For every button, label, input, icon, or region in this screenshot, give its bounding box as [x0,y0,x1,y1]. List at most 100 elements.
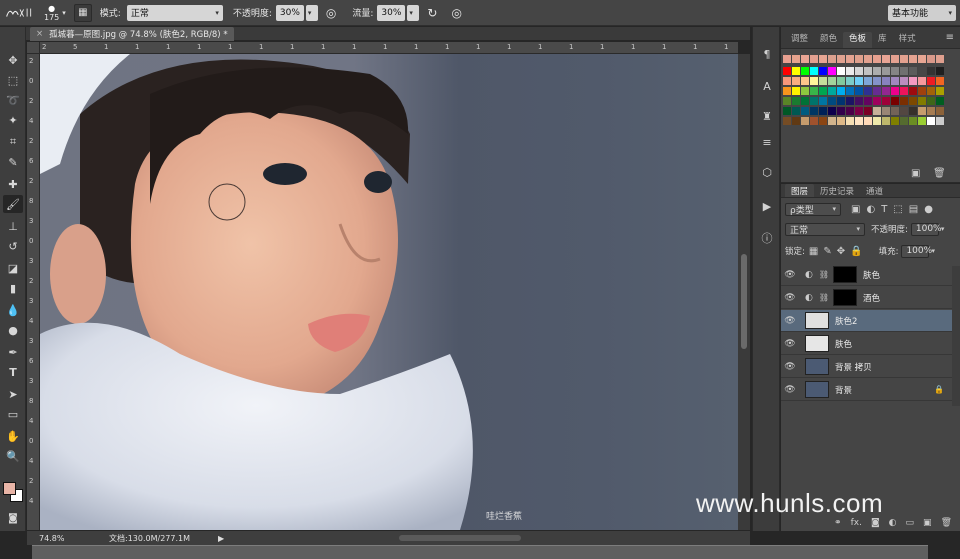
group-folder-icon[interactable]: ▭ [906,518,915,528]
swatch[interactable] [909,87,917,95]
swatch[interactable] [873,107,881,115]
swatch[interactable] [918,77,926,85]
swatch[interactable] [873,77,881,85]
swatch[interactable] [900,55,908,63]
swatch[interactable] [927,77,935,85]
3d-icon[interactable]: ⬡ [757,163,777,181]
swatch[interactable] [891,55,899,63]
layer-row[interactable]: 👁 ◐ ⛓ 肤色 [781,264,952,286]
swatch[interactable] [846,77,854,85]
swatch[interactable] [837,77,845,85]
swatch[interactable] [873,117,881,125]
layer-row[interactable]: 👁 肤色 [781,333,952,355]
brush-panel-toggle-icon[interactable]: ▦ [73,3,92,22]
flow-input[interactable]: 30% [377,4,406,21]
swatch[interactable] [792,87,800,95]
swatch[interactable] [792,55,800,63]
blend-mode-select[interactable]: 正常 ▾ [785,222,865,236]
swatch[interactable] [855,107,863,115]
swatch[interactable] [864,107,872,115]
layer-mask-icon[interactable]: ◙ [871,518,880,528]
zoom-tool-icon[interactable]: 🔍 [3,447,23,465]
pen-tool-icon[interactable]: ✒ [3,343,23,361]
swatch[interactable] [873,97,881,105]
layer-thumbnail[interactable] [833,266,858,283]
swatch[interactable] [891,77,899,85]
tab-swatches[interactable]: 色板 [843,32,873,48]
swatch[interactable] [783,107,791,115]
filter-pixel-icon[interactable]: ▣ [851,204,860,215]
filter-smart-icon[interactable]: ▤ [909,204,918,215]
tab-channels[interactable]: 通道 [860,184,889,197]
new-swatch-icon[interactable]: ▣ [911,168,920,179]
ruler-left[interactable]: 2 0 2 4 2 6 2 8 3 0 3 2 3 4 3 6 3 8 4 0 4 2 4 [27,54,40,530]
swatch[interactable] [918,67,926,75]
swatch[interactable] [918,107,926,115]
swatch[interactable] [891,87,899,95]
swatch[interactable] [927,97,935,105]
lock-paint-icon[interactable]: ✎ [823,246,831,257]
swatch[interactable] [783,117,791,125]
swatch[interactable] [864,117,872,125]
swatch[interactable] [819,77,827,85]
swatch[interactable] [900,87,908,95]
layer-thumbnail[interactable] [833,289,858,306]
swatch[interactable] [882,55,890,63]
swatch[interactable] [810,117,818,125]
quick-mask-icon[interactable]: ◙ [3,509,23,527]
pressure-size-icon[interactable]: ◎ [451,6,461,20]
swatch[interactable] [828,87,836,95]
swatch[interactable] [792,107,800,115]
tab-adjustments[interactable]: 调整 [785,32,814,48]
swatch[interactable] [837,117,845,125]
swatch[interactable] [909,67,917,75]
tab-styles[interactable]: 样式 [893,32,922,48]
paragraph-icon[interactable]: ¶ [757,45,777,63]
swatch[interactable] [882,107,890,115]
swatch[interactable] [909,97,917,105]
swatch[interactable] [900,67,908,75]
mode-select[interactable]: 正常 ▾ [126,4,223,21]
layers-scrollbar[interactable] [952,266,960,406]
swatch[interactable] [891,67,899,75]
swatch[interactable] [846,117,854,125]
swatch[interactable] [936,107,944,115]
horizontal-scroll-thumb[interactable] [399,535,521,541]
swatch[interactable] [918,55,926,63]
swatch[interactable] [909,77,917,85]
swatch[interactable] [828,107,836,115]
swatch[interactable] [846,97,854,105]
swatch[interactable] [855,117,863,125]
clone-stamp-tool-icon[interactable]: ⊥ [3,217,23,235]
swatch[interactable] [792,117,800,125]
swatch[interactable] [846,67,854,75]
quick-select-tool-icon[interactable]: ✦ [3,111,23,129]
layer-thumbnail[interactable] [805,358,829,375]
swatch[interactable] [873,67,881,75]
opacity-slider-toggle[interactable]: ▾ [305,4,318,21]
swatch[interactable] [864,77,872,85]
swatch[interactable] [855,67,863,75]
swatch[interactable] [882,97,890,105]
pressure-opacity-icon[interactable]: ◎ [326,6,336,20]
swatch[interactable] [882,87,890,95]
document-canvas[interactable]: 哇烂香蕉 [40,54,738,530]
swatch[interactable] [783,87,791,95]
marquee-tool-icon[interactable]: ⬚ [3,71,23,89]
filter-type-icon[interactable]: T [881,204,887,215]
swatch[interactable] [882,77,890,85]
swatch[interactable] [864,87,872,95]
flow-slider-toggle[interactable]: ▾ [407,4,420,21]
trash-icon[interactable]: 🗑 [941,518,952,528]
hand-tool-icon[interactable]: ✋ [3,427,23,445]
swatch[interactable] [819,87,827,95]
layer-effects-icon[interactable]: fx. [851,518,862,528]
eye-icon[interactable]: 👁 [781,316,799,326]
type-tool-icon[interactable]: T [3,363,23,381]
eye-icon[interactable]: 👁 [781,270,799,280]
swatch[interactable] [792,77,800,85]
panel-menu-icon[interactable]: ≡ [946,32,954,43]
lock-move-icon[interactable]: ✥ [837,246,845,257]
gradient-tool-icon[interactable]: ▮ [3,279,23,297]
swatch[interactable] [828,117,836,125]
